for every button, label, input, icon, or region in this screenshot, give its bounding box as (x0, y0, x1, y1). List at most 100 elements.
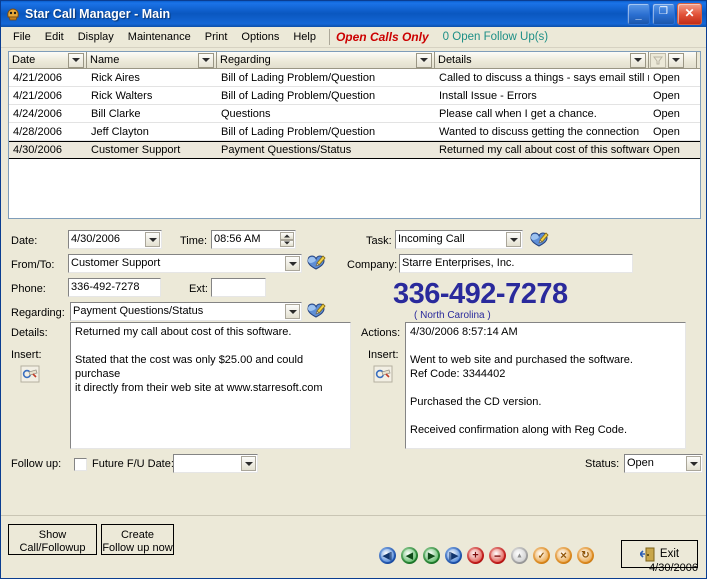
menu-item-edit[interactable]: Edit (38, 29, 71, 45)
cell-regarding: Payment Questions/Status (221, 144, 352, 156)
cell-details: Called to discuss a things - says email … (439, 71, 649, 84)
ext-input[interactable] (211, 278, 266, 297)
grid-body: 4/21/2006 Rick Aires Bill of Lading Prob… (9, 69, 700, 159)
details-insert-label: Insert: (11, 349, 42, 361)
cell-date: 4/24/2006 (13, 107, 62, 120)
cell-name: Bill Clarke (91, 107, 141, 120)
from-to-input[interactable]: Customer Support (68, 254, 302, 273)
app-window: Star Call Manager - Main _ ❐ ✕ File Edit… (0, 0, 707, 579)
cell-name: Rick Walters (91, 89, 153, 102)
from-to-edit-icon[interactable] (306, 253, 327, 271)
status-select[interactable]: Open (624, 454, 703, 473)
window-controls: _ ❐ ✕ (627, 3, 702, 25)
post-record-button[interactable]: ✓ (533, 547, 550, 564)
previous-record-button[interactable]: ◀ (401, 547, 418, 564)
from-to-label: From/To: (11, 259, 55, 271)
chevron-down-icon[interactable] (145, 232, 160, 247)
menu-item-maintenance[interactable]: Maintenance (121, 29, 198, 45)
cell-status: Open (653, 125, 680, 138)
next-record-button[interactable]: ▶ (423, 547, 440, 564)
column-header-details[interactable]: Details (435, 52, 649, 68)
cell-details: Wanted to discuss getting the connection (439, 125, 640, 138)
column-filter-details-icon[interactable] (630, 52, 646, 68)
task-label: Task: (366, 235, 392, 247)
chevron-down-icon[interactable] (285, 256, 300, 271)
menu-item-file[interactable]: File (6, 29, 38, 45)
cell-regarding: Bill of Lading Problem/Question (221, 125, 376, 138)
call-detail-form: Date: 4/30/2006 Time: 08:56 AM Task: Inc… (8, 225, 703, 483)
delete-record-button[interactable]: − (489, 547, 506, 564)
add-record-button[interactable]: + (467, 547, 484, 564)
date-input[interactable]: 4/30/2006 (68, 230, 162, 249)
column-header-name-label: Name (90, 54, 120, 66)
open-follow-ups-status[interactable]: 0 Open Follow Up(s) (443, 31, 548, 43)
table-row[interactable]: 4/21/2006 Rick Aires Bill of Lading Prob… (9, 69, 700, 87)
future-fu-date-input[interactable] (173, 454, 258, 473)
time-input[interactable]: 08:56 AM (211, 230, 296, 249)
actions-insert-icon[interactable] (373, 365, 393, 383)
table-row[interactable]: 4/24/2006 Bill Clarke Questions Please c… (9, 105, 700, 123)
calls-grid[interactable]: Date Name Regarding Details 4/21/2006 Ri… (8, 51, 701, 219)
column-header-status[interactable] (649, 52, 697, 68)
refresh-record-button[interactable]: ↻ (577, 547, 594, 564)
chevron-down-icon[interactable] (241, 456, 256, 471)
time-stepper[interactable] (280, 232, 294, 247)
cancel-record-button[interactable]: ✕ (555, 547, 572, 564)
details-insert-icon[interactable] (20, 365, 40, 383)
maximize-button[interactable]: ❐ (652, 3, 675, 25)
chevron-down-icon[interactable] (686, 456, 701, 471)
cell-details: Please call when I get a chance. (439, 107, 597, 120)
cell-details: Install Issue - Errors (439, 89, 537, 102)
follow-ups-count: 0 (442, 31, 450, 43)
column-header-date[interactable]: Date (9, 52, 87, 68)
cell-status: Open (653, 144, 680, 156)
company-input[interactable]: Starre Enterprises, Inc. (399, 254, 633, 273)
task-input[interactable]: Incoming Call (395, 230, 523, 249)
table-row-selected[interactable]: 4/30/2006 Customer Support Payment Quest… (9, 141, 700, 159)
phone-input[interactable]: 336-492-7278 (68, 278, 161, 297)
cell-date: 4/28/2006 (13, 125, 62, 138)
column-filter-date-icon[interactable] (68, 52, 84, 68)
open-calls-only-label[interactable]: Open Calls Only (336, 30, 429, 44)
chevron-down-icon[interactable] (506, 232, 521, 247)
first-record-button[interactable]: ◀| (379, 547, 396, 564)
phone-display: 336-492-7278 (393, 278, 568, 310)
follow-up-checkbox[interactable] (74, 458, 87, 471)
details-textarea[interactable]: Returned my call about cost of this soft… (70, 322, 351, 449)
exit-button-label: Exit (659, 548, 680, 560)
show-call-followup-button[interactable]: Show Call/Followup (8, 524, 97, 555)
table-row[interactable]: 4/21/2006 Rick Walters Bill of Lading Pr… (9, 87, 700, 105)
cell-status: Open (653, 89, 680, 102)
minimize-icon: _ (635, 9, 642, 21)
grid-header-row: Date Name Regarding Details (9, 52, 700, 69)
menu-item-help[interactable]: Help (286, 29, 323, 45)
column-header-name[interactable]: Name (87, 52, 217, 68)
menu-bar: File Edit Display Maintenance Print Opti… (1, 27, 706, 48)
regarding-edit-icon[interactable] (306, 301, 327, 319)
column-options-icon[interactable] (668, 52, 684, 68)
menu-item-print[interactable]: Print (198, 29, 235, 45)
close-button[interactable]: ✕ (677, 3, 702, 25)
cell-date: 4/21/2006 (13, 89, 62, 102)
menu-item-options[interactable]: Options (234, 29, 286, 45)
time-label: Time: (180, 235, 208, 247)
footer-date: 4/30/2006 (649, 562, 698, 574)
regarding-input[interactable]: Payment Questions/Status (70, 302, 302, 321)
column-header-regarding-label: Regarding (220, 54, 271, 66)
create-follow-up-button[interactable]: Create Follow up now (101, 524, 174, 555)
minimize-button[interactable]: _ (627, 3, 650, 25)
column-header-regarding[interactable]: Regarding (217, 52, 435, 68)
actions-textarea[interactable]: 4/30/2006 8:57:14 AM Went to web site an… (405, 322, 686, 449)
column-filter-name-icon[interactable] (198, 52, 214, 68)
funnel-icon[interactable] (650, 52, 666, 68)
last-record-button[interactable]: |▶ (445, 547, 462, 564)
column-filter-regarding-icon[interactable] (416, 52, 432, 68)
cell-date: 4/21/2006 (13, 71, 62, 84)
menu-item-display[interactable]: Display (71, 29, 121, 45)
edit-record-button[interactable]: ▲ (511, 547, 528, 564)
menu-divider (328, 29, 330, 45)
table-row[interactable]: 4/28/2006 Jeff Clayton Bill of Lading Pr… (9, 123, 700, 141)
chevron-down-icon[interactable] (285, 304, 300, 319)
task-edit-icon[interactable] (529, 230, 550, 248)
phone-state-label: ( North Carolina ) (414, 310, 491, 321)
